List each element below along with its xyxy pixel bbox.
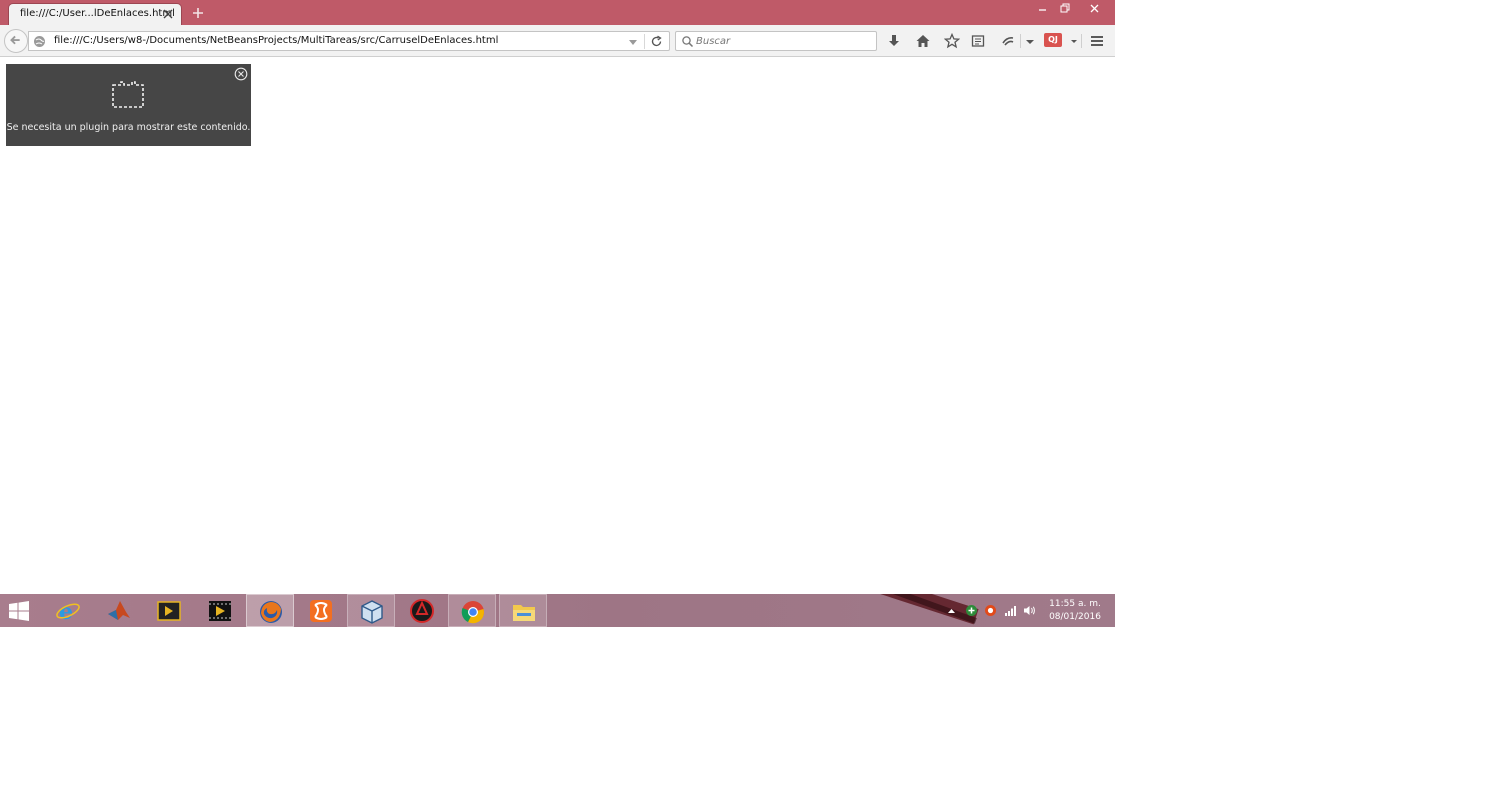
windows-start-icon[interactable]	[8, 601, 30, 621]
show-hidden-icons-icon[interactable]	[945, 604, 958, 617]
network-signal-icon[interactable]	[1004, 604, 1017, 617]
plugin-placeholder[interactable]: Se necesita un plugin para mostrar este …	[6, 64, 251, 146]
video-editor-icon	[209, 601, 231, 621]
new-tab-icon[interactable]	[190, 5, 206, 21]
system-clock[interactable]: 11:55 a. m. 08/01/2016	[1040, 598, 1110, 624]
bookmarks-menu-icon[interactable]	[970, 33, 986, 49]
taskbar-file-explorer[interactable]	[499, 594, 547, 627]
taskbar-firefox[interactable]	[246, 594, 294, 627]
close-tab-icon[interactable]	[161, 7, 175, 21]
bookmark-star-icon[interactable]	[944, 33, 960, 49]
chrome-icon	[461, 601, 484, 624]
toolbar-separator	[1020, 34, 1021, 48]
hamburger-menu-icon[interactable]	[1089, 33, 1105, 49]
nav-toolbar: file:///C:/Users/w8-/Documents/NetBeansP…	[0, 25, 1115, 57]
clock-time: 11:55 a. m.	[1049, 599, 1101, 609]
tray-app-green-icon[interactable]	[965, 604, 978, 617]
taskbar-video-editor[interactable]	[196, 594, 244, 627]
taskbar-chrome[interactable]	[448, 594, 496, 627]
tray-antivirus-icon[interactable]	[984, 604, 997, 617]
extension-icon[interactable]	[1000, 33, 1016, 49]
clock-date: 08/01/2016	[1049, 612, 1101, 622]
globe-icon[interactable]	[33, 35, 46, 48]
url-separator	[644, 34, 645, 49]
tab-title: file:///C:/User...lDeEnlaces.html	[20, 8, 175, 19]
taskbar-virtualbox[interactable]	[347, 594, 395, 627]
addon-badge[interactable]: QJ	[1044, 33, 1062, 47]
red-circle-app-icon	[410, 599, 434, 623]
tab-active[interactable]: file:///C:/User...lDeEnlaces.html	[8, 3, 182, 25]
taskbar-red-circle-app[interactable]	[398, 594, 446, 627]
close-window-icon[interactable]	[1080, 0, 1110, 18]
url-bar[interactable]: file:///C:/Users/w8-/Documents/NetBeansP…	[28, 31, 670, 51]
taskbar-matlab[interactable]	[95, 594, 143, 627]
search-input[interactable]	[696, 34, 872, 48]
svg-text:e: e	[59, 599, 73, 624]
restore-icon[interactable]	[1052, 0, 1078, 18]
dropdown-arrow-icon[interactable]	[1022, 33, 1038, 49]
close-circle-icon[interactable]	[234, 67, 248, 81]
taskbar: e 11:55 a. m. 08/01/2016	[0, 594, 1115, 627]
history-dropdown-icon[interactable]	[627, 36, 639, 48]
download-icon[interactable]	[886, 33, 902, 49]
matlab-icon	[108, 601, 130, 620]
search-icon	[682, 36, 694, 48]
taskbar-xampp[interactable]	[297, 594, 345, 627]
back-button[interactable]	[4, 29, 28, 53]
taskbar-video-editor-15[interactable]	[145, 594, 193, 627]
taskbar-internet-explorer[interactable]: e	[44, 594, 92, 627]
internet-explorer-icon: e	[56, 599, 80, 624]
back-arrow-icon	[10, 35, 20, 45]
addon-dropdown-icon[interactable]	[1066, 33, 1082, 49]
plugin-icon	[112, 81, 144, 108]
firefox-icon	[260, 601, 282, 623]
plugin-message: Se necesita un plugin para mostrar este …	[6, 122, 251, 133]
video-editor-15-icon	[157, 601, 181, 621]
search-bar[interactable]	[675, 31, 877, 51]
reload-icon[interactable]	[650, 35, 663, 48]
xampp-icon	[310, 600, 332, 622]
virtualbox-icon	[361, 600, 383, 624]
title-bar: file:///C:/User...lDeEnlaces.html	[0, 0, 1115, 25]
volume-icon[interactable]	[1023, 604, 1036, 617]
folder-icon	[513, 605, 535, 621]
url-text[interactable]: file:///C:/Users/w8-/Documents/NetBeansP…	[54, 35, 498, 46]
home-icon[interactable]	[915, 33, 931, 49]
toolbar-separator	[1081, 34, 1082, 48]
screen: file:///C:/User...lDeEnlaces.html file:/…	[0, 0, 1115, 627]
